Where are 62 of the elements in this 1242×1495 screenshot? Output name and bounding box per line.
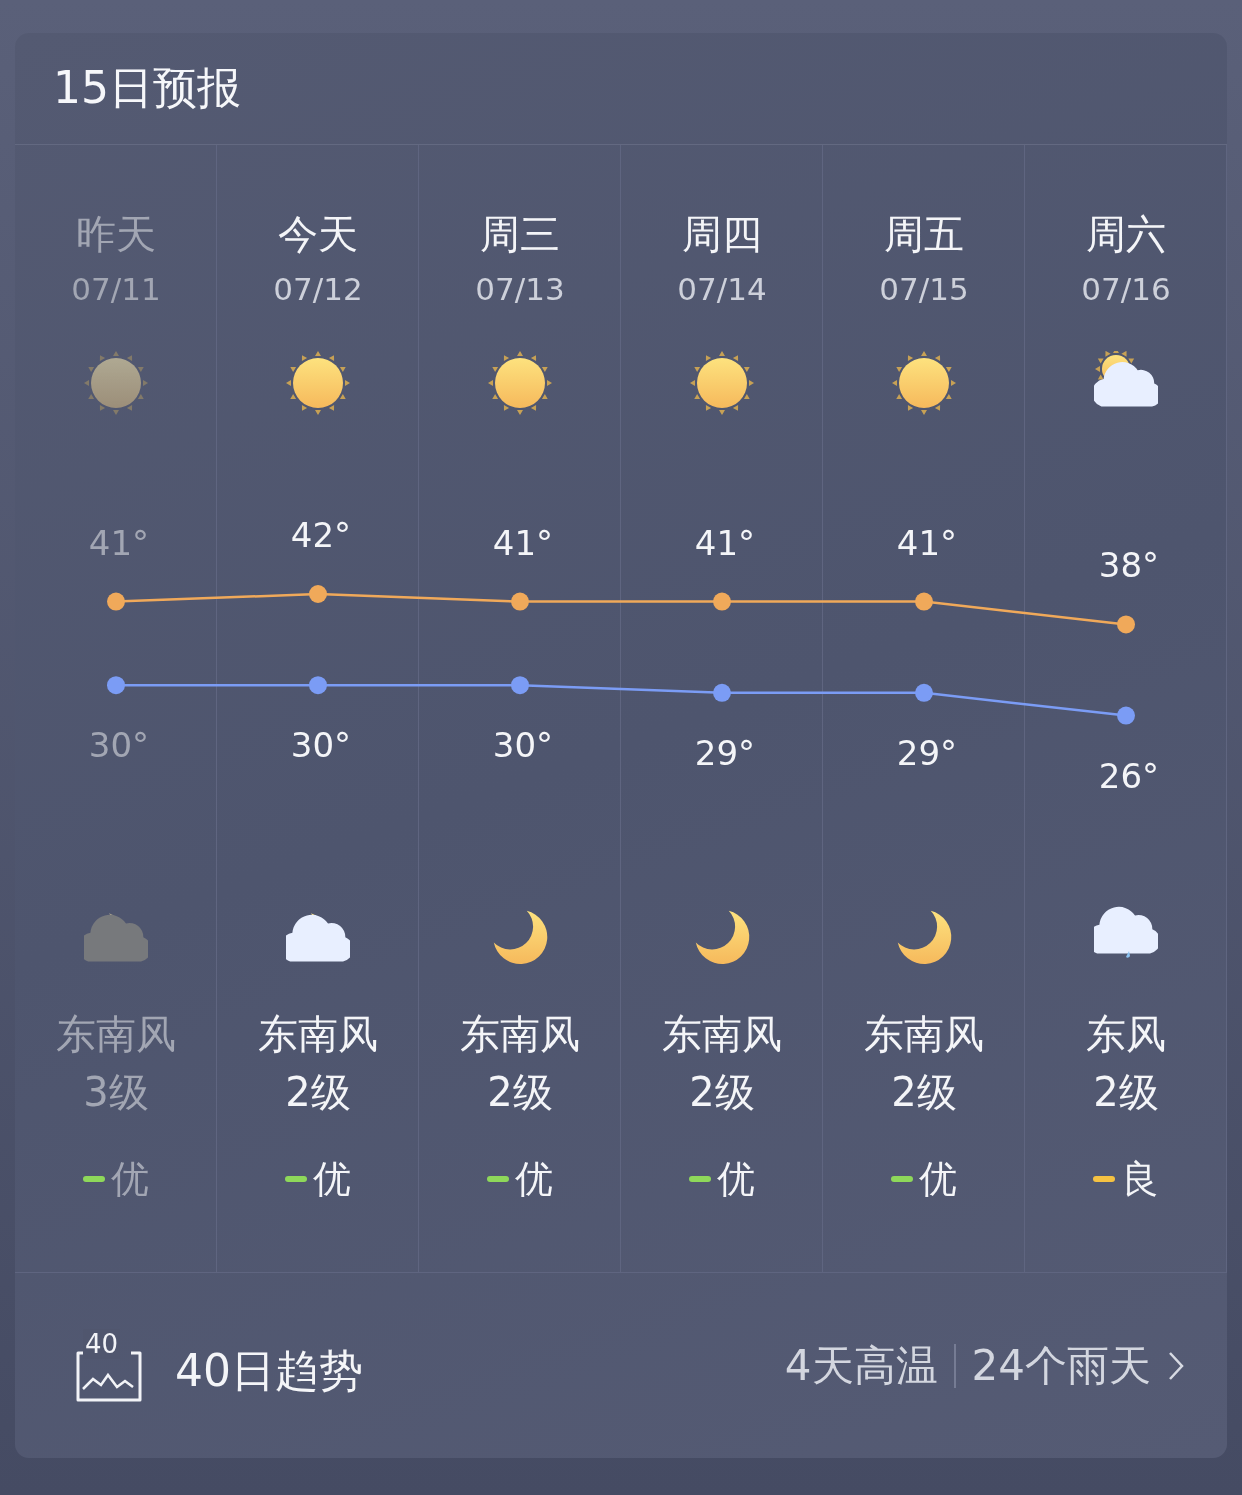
wind-level: 2级 xyxy=(487,1068,553,1117)
temperature-label: 41° xyxy=(492,522,554,563)
air-quality-label: 优 xyxy=(111,1156,149,1203)
wind-level: 2级 xyxy=(1093,1068,1159,1117)
wind-direction: 东风 xyxy=(1086,1010,1166,1059)
temperature-label: 30° xyxy=(290,725,352,766)
day-label: 今天 xyxy=(278,210,358,259)
temperature-label: 29° xyxy=(694,732,756,773)
air-quality-label: 良 xyxy=(1121,1156,1159,1203)
wind-direction: 东南风 xyxy=(56,1010,176,1059)
temperature-label: 29° xyxy=(896,732,958,773)
wind-direction: 东南风 xyxy=(864,1010,984,1059)
wind-direction: 东南风 xyxy=(258,1010,378,1059)
temperature-point xyxy=(107,676,125,695)
wind-level: 2级 xyxy=(689,1068,755,1117)
day-label: 周三 xyxy=(480,210,560,259)
sun-icon xyxy=(488,351,552,415)
temperature-label: 41° xyxy=(896,522,958,563)
date-label: 07/15 xyxy=(879,270,969,309)
day-label: 周六 xyxy=(1086,210,1166,259)
date-label: 07/16 xyxy=(1081,270,1171,309)
sun-icon xyxy=(892,351,956,415)
wind-level: 3级 xyxy=(83,1068,149,1117)
date-label: 07/12 xyxy=(273,270,363,309)
sun-icon xyxy=(690,351,754,415)
temperature-point xyxy=(511,592,529,611)
wind-direction: 东南风 xyxy=(662,1010,782,1059)
day-label: 昨天 xyxy=(76,210,156,259)
temperature-point xyxy=(915,683,933,702)
temperature-point xyxy=(107,592,125,611)
temperature-point xyxy=(511,676,529,695)
trend-summary-link[interactable]: 4天高温 24个雨天 xyxy=(784,1337,1185,1394)
temperature-point xyxy=(1117,615,1135,634)
day-label: 周四 xyxy=(682,210,762,259)
wind-level: 2级 xyxy=(285,1068,351,1117)
temperature-label: 30° xyxy=(492,725,554,766)
sun-icon xyxy=(84,351,148,415)
temperature-point xyxy=(713,683,731,702)
air-quality-label: 优 xyxy=(919,1156,957,1203)
temperature-point xyxy=(915,592,933,611)
card-title: 15日预报 xyxy=(53,61,241,115)
temperature-label: 42° xyxy=(290,515,352,555)
temperature-point xyxy=(309,676,327,695)
temperature-label: 26° xyxy=(1098,755,1160,796)
temperature-label: 41° xyxy=(88,522,150,563)
wind-direction: 东南风 xyxy=(460,1010,580,1059)
date-label: 07/14 xyxy=(677,270,767,309)
air-quality-label: 优 xyxy=(313,1156,351,1203)
date-label: 07/13 xyxy=(475,270,565,309)
date-label: 07/11 xyxy=(71,270,161,309)
temperature-label: 30° xyxy=(88,725,150,766)
temperature-label: 41° xyxy=(694,522,756,563)
temperature-point xyxy=(309,585,327,603)
temperature-point xyxy=(713,592,731,611)
sun-icon xyxy=(286,351,350,415)
air-quality-label: 优 xyxy=(717,1156,755,1203)
temperature-point xyxy=(1117,706,1135,725)
temperature-label: 38° xyxy=(1098,545,1160,586)
day-label: 周五 xyxy=(884,210,964,259)
air-quality-label: 优 xyxy=(515,1156,553,1203)
wind-level: 2级 xyxy=(891,1068,957,1117)
trend-link[interactable]: 40 40日趋势 xyxy=(75,1328,363,1403)
